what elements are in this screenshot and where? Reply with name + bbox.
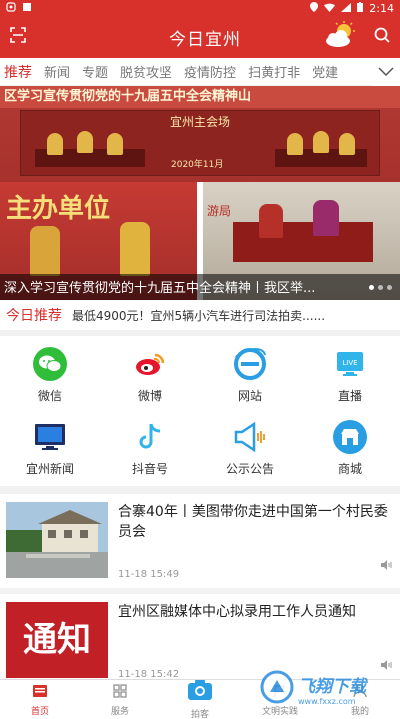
grid-icon <box>113 683 127 702</box>
weibo-icon <box>133 347 167 381</box>
grid-item-wechat[interactable]: 微信 <box>0 340 100 411</box>
page-title: 今日宜州 <box>169 29 241 50</box>
banner-stage: 宜州主会场 2020年11月 <box>20 110 380 176</box>
camera-icon <box>187 679 213 705</box>
carousel-dot[interactable] <box>369 285 374 290</box>
tab-party[interactable]: 党建 <box>306 62 344 81</box>
live-icon: LIVE <box>333 347 367 381</box>
tv-icon <box>33 420 67 454</box>
tab-topics[interactable]: 专题 <box>76 62 114 81</box>
banner-right-table <box>233 222 373 262</box>
banner-photo-top: 区学习宣传贯彻党的十九届五中全会精神山 宜州主会场 2020年11月 <box>0 86 400 182</box>
tab-recommend[interactable]: 推荐 <box>0 62 38 82</box>
grid-item-tiktok[interactable]: 抖音号 <box>100 413 200 484</box>
status-time: 2:14 <box>369 1 394 15</box>
carousel-dots <box>369 285 392 290</box>
banner-carousel[interactable]: 区学习宣传贯彻党的十九届五中全会精神山 宜州主会场 2020年11月 主办单位 … <box>0 86 400 300</box>
banner-person <box>313 131 329 153</box>
scan-icon[interactable] <box>10 27 26 47</box>
banner-person <box>339 133 355 155</box>
category-tabs: 推荐 新闻 专题 脱贫攻坚 疫情防控 扫黄打非 党建 <box>0 58 400 86</box>
shop-icon <box>333 420 367 454</box>
home-icon <box>32 683 48 702</box>
banner-person <box>287 133 303 155</box>
grid-label: 宜州新闻 <box>25 462 74 476</box>
grid-label: 抖音号 <box>131 462 168 476</box>
banner-left-text: 主办单位 <box>6 194 111 224</box>
grid-label: 直播 <box>337 389 362 403</box>
app-notify-icon <box>22 2 32 15</box>
news-thumb-text: 通知 <box>23 620 91 660</box>
app-header: 今日宜州 <box>0 16 400 58</box>
svg-text:LIVE: LIVE <box>342 359 357 367</box>
grid-item-yizhou-news[interactable]: 宜州新闻 <box>0 413 100 484</box>
megaphone-icon <box>233 420 267 454</box>
shortcut-grid: 微信 微博 网站 LIVE 直播 宜州新闻 抖音号 公示公告 商城 <box>0 336 400 494</box>
recommend-text[interactable]: 最低4900元！宜州5辆小汽车进行司法拍卖...... <box>72 307 325 324</box>
banner-singer <box>313 200 339 236</box>
today-recommend[interactable]: 今日推荐 最低4900元！宜州5辆小汽车进行司法拍卖...... <box>0 300 400 336</box>
banner-stage-text: 宜州主会场 <box>169 115 230 129</box>
watermark-url: www.fxxz.com <box>298 697 356 706</box>
tab-epidemic[interactable]: 疫情防控 <box>178 62 242 81</box>
notification-icon <box>6 1 16 15</box>
news-title: 合寨40年丨美图带你走进中国第一个村民委员会 <box>118 504 388 540</box>
wechat-icon <box>33 347 67 381</box>
grid-item-shop[interactable]: 商城 <box>300 413 400 484</box>
tab-news[interactable]: 新闻 <box>38 62 76 81</box>
nav-label: 服务 <box>110 706 129 717</box>
tab-anti-porn[interactable]: 扫黄打非 <box>242 62 306 81</box>
battery-icon <box>357 1 364 15</box>
nav-home[interactable]: 首页 <box>0 680 80 719</box>
app-screen: 2:14 今日宜州 推荐 新闻 专题 脱贫攻坚 疫情防控 扫黄打非 党建 区学习… <box>0 0 400 719</box>
status-bar: 2:14 <box>0 0 400 16</box>
carousel-dot[interactable] <box>387 285 392 290</box>
nav-service[interactable]: 服务 <box>80 680 160 719</box>
banner-right-text: 游局 <box>207 204 232 218</box>
nav-label: 首页 <box>30 706 49 717</box>
grid-item-live[interactable]: LIVE 直播 <box>300 340 400 411</box>
banner-top-text: 区学习宣传贯彻党的十九届五中全会精神山 <box>0 86 400 108</box>
carousel-dot[interactable] <box>378 285 383 290</box>
location-icon <box>310 1 319 15</box>
grid-label: 微信 <box>37 389 62 403</box>
banner-person <box>47 133 63 155</box>
grid-item-announcement[interactable]: 公示公告 <box>200 413 300 484</box>
nav-reporter[interactable]: 拍客 <box>160 680 240 719</box>
banner-singer <box>259 204 283 238</box>
grid-item-weibo[interactable]: 微博 <box>100 340 200 411</box>
news-thumbnail: 通知 <box>6 602 108 678</box>
search-icon[interactable] <box>374 27 390 47</box>
signal-icon <box>341 2 352 15</box>
weather-icon[interactable] <box>324 21 358 53</box>
tiktok-icon <box>133 420 167 454</box>
grid-label: 公示公告 <box>225 462 274 476</box>
tab-poverty[interactable]: 脱贫攻坚 <box>114 62 178 81</box>
grid-item-website[interactable]: 网站 <box>200 340 300 411</box>
grid-label: 网站 <box>237 389 262 403</box>
recommend-label: 今日推荐 <box>6 308 62 324</box>
watermark: 飞翔下载 www.fxxz.com <box>260 667 396 711</box>
wifi-icon <box>324 2 336 15</box>
banner-caption: 深入学习宣传贯彻党的十九届五中全会精神丨我区举... <box>4 281 316 296</box>
banner-person <box>107 133 123 155</box>
speaker-icon[interactable] <box>380 555 392 574</box>
watermark-text: 飞翔下载 <box>298 677 366 697</box>
grid-label: 商城 <box>337 462 362 476</box>
news-title: 宜州区融媒体中心拟录用工作人员通知 <box>118 604 356 620</box>
news-time: 11-18 15:49 <box>118 569 180 580</box>
news-item[interactable]: 合寨40年丨美图带你走进中国第一个村民委员会 11-18 15:49 <box>0 494 400 594</box>
news-thumbnail <box>6 502 108 578</box>
watermark-logo-icon <box>260 670 294 708</box>
nav-label: 拍客 <box>190 710 209 719</box>
grid-label: 微博 <box>137 389 162 403</box>
banner-singer <box>120 222 150 276</box>
chevron-down-icon[interactable] <box>372 58 400 86</box>
browser-icon <box>233 347 267 381</box>
banner-singer <box>30 226 60 276</box>
banner-person <box>77 131 93 153</box>
banner-date-text: 2020年11月 <box>171 160 224 170</box>
